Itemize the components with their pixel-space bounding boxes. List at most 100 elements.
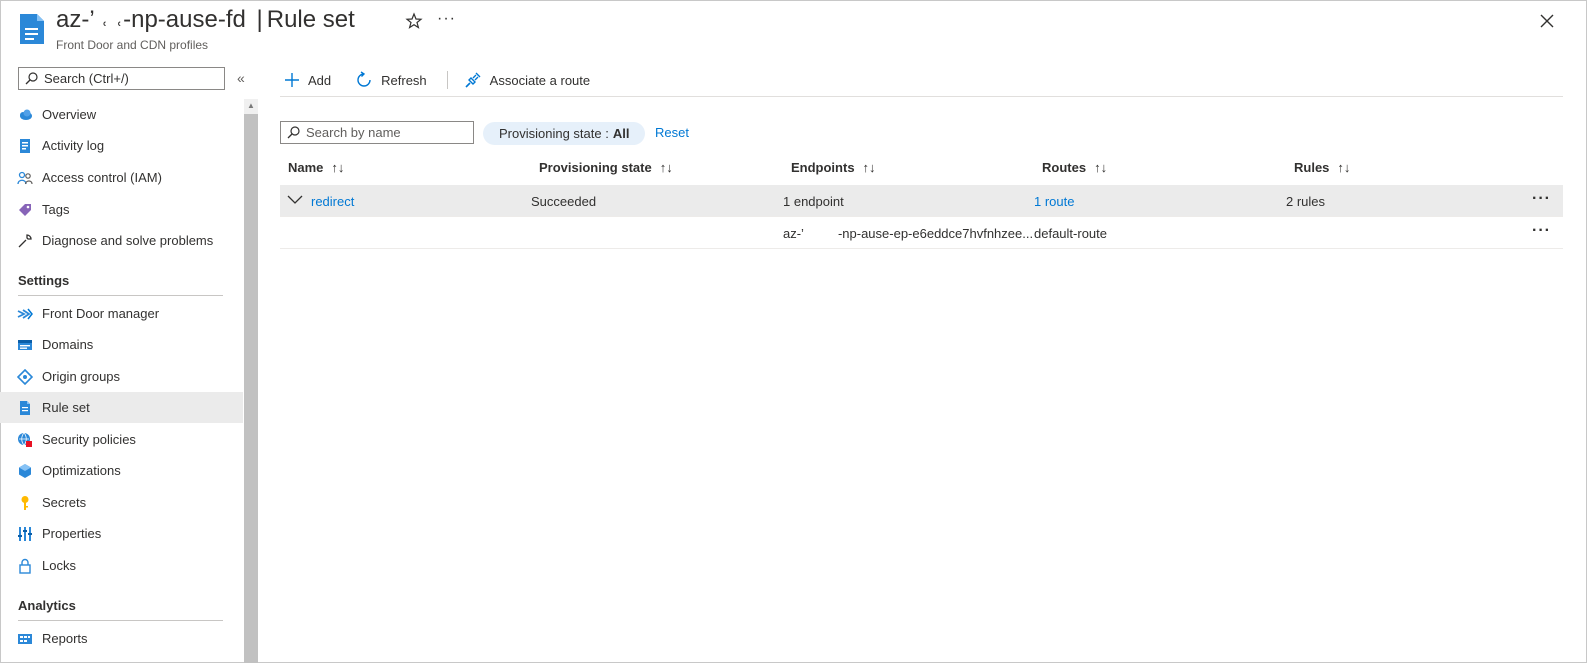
cloud-icon <box>17 107 33 123</box>
sidebar-item-label: Domains <box>42 337 94 352</box>
sidebar-item-reports[interactable]: Reports <box>0 623 243 654</box>
close-icon[interactable] <box>1538 12 1556 30</box>
column-header-label: Rules <box>1294 160 1330 175</box>
route-name: default-route <box>1034 226 1107 241</box>
sidebar-item-label: Optimizations <box>42 463 121 478</box>
sidebar-item-secrets[interactable]: Secrets <box>0 487 243 518</box>
chevron-down-icon[interactable] <box>287 194 303 206</box>
search-by-name-input[interactable] <box>306 125 466 140</box>
search-icon <box>25 72 38 85</box>
sidebar-item-overview[interactable]: Overview <box>0 99 243 130</box>
more-options-button[interactable]: ··· <box>437 10 456 28</box>
sidebar-item-label: Origin groups <box>42 369 121 384</box>
column-header-label: Endpoints <box>791 160 855 175</box>
scroll-up-arrow-icon[interactable]: ▲ <box>244 99 258 113</box>
wrench-icon <box>17 233 33 249</box>
row-more-options-button[interactable]: ··· <box>1532 190 1551 208</box>
filter-pill-value: All <box>612 126 630 141</box>
sidebar-item-domains[interactable]: Domains <box>0 329 243 360</box>
key-icon <box>17 495 33 511</box>
table-row-group[interactable] <box>280 185 1563 216</box>
reports-icon <box>17 631 33 647</box>
page-title: az-’ ˓ ˓-np-ause-fd | Rule set <box>56 6 355 34</box>
column-header-provisioning-state[interactable]: Provisioning state ↑↓ <box>539 160 673 175</box>
column-header-label: Routes <box>1042 160 1087 175</box>
favorite-star-icon[interactable] <box>405 12 423 30</box>
search-icon <box>287 126 300 139</box>
endpoints-count: 1 endpoint <box>783 194 844 209</box>
endpoint-hostname: az-’ -np-ause-ep-e6eddce7hvfnhzee... <box>783 226 1033 241</box>
sidebar-item-label: Front Door manager <box>42 306 160 321</box>
origin-groups-icon <box>17 368 33 385</box>
endpoint-prefix: az-’ <box>783 226 804 241</box>
sidebar-item-label: Diagnose and solve problems <box>42 233 214 248</box>
properties-icon <box>17 526 33 542</box>
sidebar-item-label: Rule set <box>42 400 90 415</box>
refresh-icon <box>357 71 371 87</box>
column-header-label: Name <box>288 160 324 175</box>
sidebar-item-security-policies[interactable]: Security policies <box>0 424 243 455</box>
row-divider <box>280 216 1563 217</box>
row-divider <box>280 248 1563 249</box>
sidebar-item-diagnose[interactable]: Diagnose and solve problems <box>0 225 243 256</box>
associate-route-button[interactable]: Associate a route <box>460 69 594 91</box>
sidebar-item-label: Tags <box>42 202 70 217</box>
redacted-block <box>803 228 838 241</box>
sidebar-item-label: Activity log <box>42 138 105 153</box>
sidebar-item-label: Overview <box>42 107 97 122</box>
rule-set-name-link[interactable]: redirect <box>311 194 354 209</box>
front-door-icon <box>17 306 33 322</box>
child-row-more-options-button[interactable]: ··· <box>1532 222 1551 240</box>
routes-link[interactable]: 1 route <box>1034 194 1074 209</box>
sidebar-search-box[interactable] <box>18 67 225 90</box>
add-button-label: Add <box>308 72 332 88</box>
collapse-sidebar-button[interactable]: « <box>237 70 245 86</box>
sidebar-item-optimizations[interactable]: Optimizations <box>0 455 243 486</box>
section-divider <box>18 295 223 296</box>
column-header-routes[interactable]: Routes ↑↓ <box>1042 160 1107 175</box>
sort-icon: ↑↓ <box>1337 160 1351 175</box>
sort-icon: ↑↓ <box>862 160 876 175</box>
sidebar-item-front-door-manager[interactable]: Front Door manager <box>0 298 243 329</box>
resource-name-prefix: az-’ ˓ ˓ <box>56 6 124 33</box>
column-header-rules[interactable]: Rules ↑↓ <box>1294 160 1350 175</box>
column-header-name[interactable]: Name ↑↓ <box>288 160 344 175</box>
reset-filters-link[interactable]: Reset <box>655 125 689 140</box>
sidebar-item-label: Properties <box>42 526 102 541</box>
sidebar-item-access-control[interactable]: Access control (IAM) <box>0 162 243 193</box>
sidebar-search-input[interactable] <box>44 71 214 86</box>
sidebar-item-label: Access control (IAM) <box>42 170 162 185</box>
add-button[interactable]: Add <box>280 70 335 90</box>
endpoint-suffix: -np-ause-ep-e6eddce7hvfnhzee... <box>837 226 1034 241</box>
page-name: Rule set <box>266 6 355 33</box>
sidebar-item-locks[interactable]: Locks <box>0 550 243 581</box>
refresh-button-label: Refresh <box>381 72 427 88</box>
activity-log-icon <box>17 138 33 154</box>
sidebar-item-origin-groups[interactable]: Origin groups <box>0 361 243 392</box>
title-separator: | <box>256 6 263 33</box>
sidebar-item-activity-log[interactable]: Activity log <box>0 130 243 161</box>
sidebar-item-rule-set[interactable]: Rule set <box>0 392 243 423</box>
sidebar-item-tags[interactable]: Tags <box>0 194 243 225</box>
sidebar-item-label: Reports <box>42 631 88 646</box>
command-bar: Add Refresh Associate a route <box>280 66 610 94</box>
associate-route-label: Associate a route <box>489 72 591 88</box>
rule-set-icon <box>17 400 33 416</box>
plus-icon <box>285 73 299 87</box>
sort-icon: ↑↓ <box>331 160 345 175</box>
section-settings-heading: Settings <box>18 273 70 288</box>
refresh-button[interactable]: Refresh <box>351 69 431 91</box>
provisioning-state-value: Succeeded <box>531 194 597 209</box>
sidebar-scrollbar-thumb[interactable] <box>244 114 258 663</box>
column-header-endpoints[interactable]: Endpoints ↑↓ <box>791 160 876 175</box>
sidebar-item-properties[interactable]: Properties <box>0 518 243 549</box>
rules-count: 2 rules <box>1286 194 1326 209</box>
filter-search-box[interactable] <box>280 121 474 144</box>
filter-pill-label: Provisioning state : <box>499 126 609 141</box>
tag-icon <box>17 202 33 218</box>
security-policies-icon <box>17 432 33 448</box>
provisioning-state-filter-pill[interactable]: Provisioning state : All <box>483 122 646 145</box>
section-analytics-heading: Analytics <box>18 598 76 613</box>
sidebar-item-label: Security policies <box>42 432 136 447</box>
resource-name: -np-ause-fd <box>123 6 246 33</box>
